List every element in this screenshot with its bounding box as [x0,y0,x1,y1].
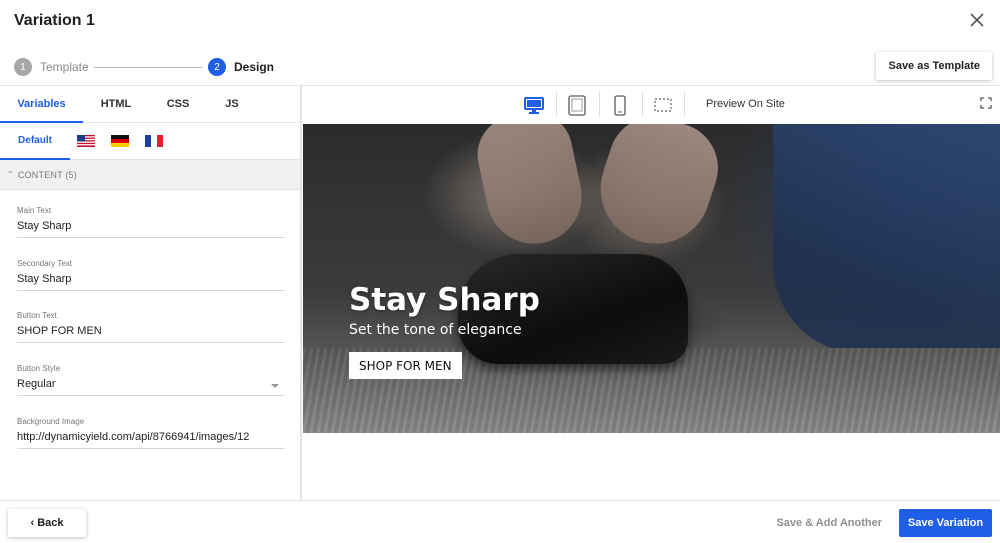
save-variation-button[interactable]: Save Variation [899,509,992,537]
toolbar-divider [642,92,643,116]
dropdown-arrow-icon[interactable] [271,384,279,388]
collapse-icon: ⌃ [7,170,14,179]
secondary-text-input[interactable]: Stay Sharp [17,273,285,291]
modal-header: Variation 1 [0,0,1000,45]
toolbar-divider [599,92,600,116]
tablet-icon[interactable] [566,94,588,116]
button-style-select[interactable]: Regular [17,378,285,396]
content-section-toggle[interactable]: ⌃ CONTENT (5) [0,160,300,190]
banner-background-hand [586,124,730,258]
us-flag-icon[interactable] [77,135,95,147]
background-image-field[interactable]: Background Image http://dynamicyield.com… [17,417,285,449]
preview-toolbar: Preview On Site [303,86,1000,124]
step-design[interactable]: 2 Design [208,58,274,76]
banner-main-text: Stay Sharp [349,282,540,318]
background-image-input[interactable]: http://dynamicyield.com/api/8766941/imag… [17,431,285,449]
section-label: CONTENT (5) [17,169,77,180]
step-label: Template [40,60,89,74]
banner-background-hand [470,124,591,253]
step-number: 2 [208,58,226,76]
language-tab-default[interactable]: Default [0,123,70,160]
field-label: Button Style [17,364,61,373]
step-label: Design [234,60,275,74]
step-connector [94,67,202,68]
field-label: Background Image [17,417,85,426]
tab-variables[interactable]: Variables [0,86,83,123]
field-label: Main Text [17,206,52,215]
step-number: 1 [14,58,32,76]
banner-preview: Stay Sharp Set the tone of elegance SHOP… [303,124,1000,433]
button-text-field[interactable]: Button Text SHOP FOR MEN [17,311,285,343]
step-template[interactable]: 1 Template [14,58,89,76]
france-flag-icon[interactable] [145,135,163,147]
page-title: Variation 1 [14,12,95,29]
back-label: Back [37,517,64,529]
tab-js[interactable]: JS [206,86,258,123]
secondary-text-field[interactable]: Secondary Text Stay Sharp [17,259,285,291]
desktop-icon[interactable] [523,94,545,116]
field-label: Button Text [17,311,57,320]
toolbar-divider [684,92,685,116]
banner-secondary-text: Set the tone of elegance [349,322,522,338]
save-as-template-button[interactable]: Save as Template [876,52,992,80]
field-label: Secondary Text [17,259,72,268]
back-button[interactable]: ‹ Back [8,509,86,537]
button-text-input[interactable]: SHOP FOR MEN [17,325,285,343]
custom-size-icon[interactable] [652,94,674,116]
mobile-icon[interactable] [609,94,631,116]
main-text-field[interactable]: Main Text Stay Sharp [17,206,285,238]
tab-css[interactable]: CSS [152,86,204,123]
tab-html[interactable]: HTML [90,86,142,123]
main-text-input[interactable]: Stay Sharp [17,220,285,238]
language-tabs: Default [0,123,300,160]
editor-tabs: Variables HTML CSS JS [0,86,300,123]
variables-panel: Variables HTML CSS JS Default ⌃ CONTENT … [0,86,302,500]
save-and-add-another-button[interactable]: Save & Add Another [776,517,882,529]
shop-for-men-button[interactable]: SHOP FOR MEN [349,352,462,379]
stepper: 1 Template 2 Design Save as Template [0,48,1000,86]
modal-footer: ‹ Back Save & Add Another Save Variation [0,500,1000,543]
preview-on-site-link[interactable]: Preview On Site [706,98,785,110]
germany-flag-icon[interactable] [111,135,129,147]
button-style-field[interactable]: Button Style Regular [17,364,285,396]
fullscreen-icon[interactable] [980,97,992,109]
toolbar-divider [556,92,557,116]
close-icon[interactable] [966,9,988,31]
banner-background-jeans [773,124,1000,354]
